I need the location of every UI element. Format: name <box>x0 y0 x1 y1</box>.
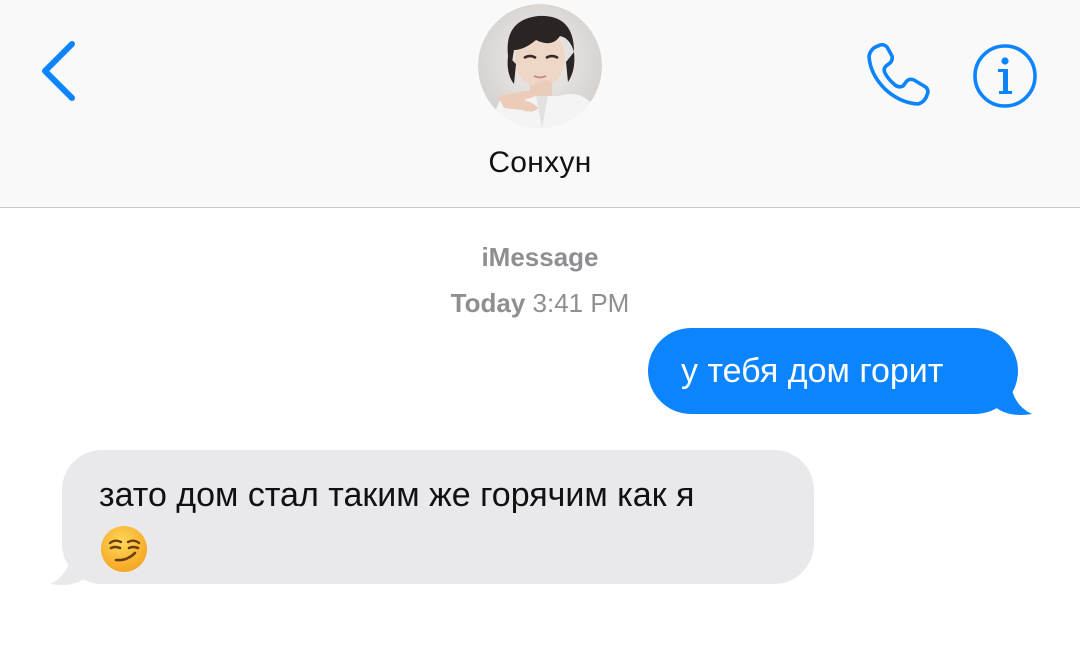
phone-button[interactable] <box>862 40 932 110</box>
conversation-screen: Сонхун iMessage Today 3:41 PM у тебя дом… <box>0 0 1080 648</box>
avatar[interactable] <box>478 4 602 128</box>
contact-name[interactable]: Сонхун <box>340 146 740 180</box>
back-button[interactable] <box>30 36 90 106</box>
info-button[interactable] <box>972 43 1038 109</box>
message-bubble-received[interactable]: зато дом стал таким же горячим как я <box>62 450 814 584</box>
timestamp: Today 3:41 PM <box>340 288 740 319</box>
contact-photo <box>478 4 602 128</box>
message-text: зато дом стал таким же горячим как я <box>99 476 695 514</box>
info-icon <box>973 44 1037 108</box>
timestamp-day: Today <box>450 288 526 318</box>
chevron-left-icon <box>42 41 75 101</box>
service-label: iMessage <box>481 242 599 272</box>
message-bubble-sent[interactable]: у тебя дом горит <box>648 328 1018 414</box>
conversation-header: Сонхун <box>0 0 1080 208</box>
timestamp-time: 3:41 PM <box>532 288 630 318</box>
smirking-face-emoji <box>101 526 147 572</box>
message-text: у тебя дом горит <box>681 352 944 390</box>
phone-icon <box>867 42 930 106</box>
